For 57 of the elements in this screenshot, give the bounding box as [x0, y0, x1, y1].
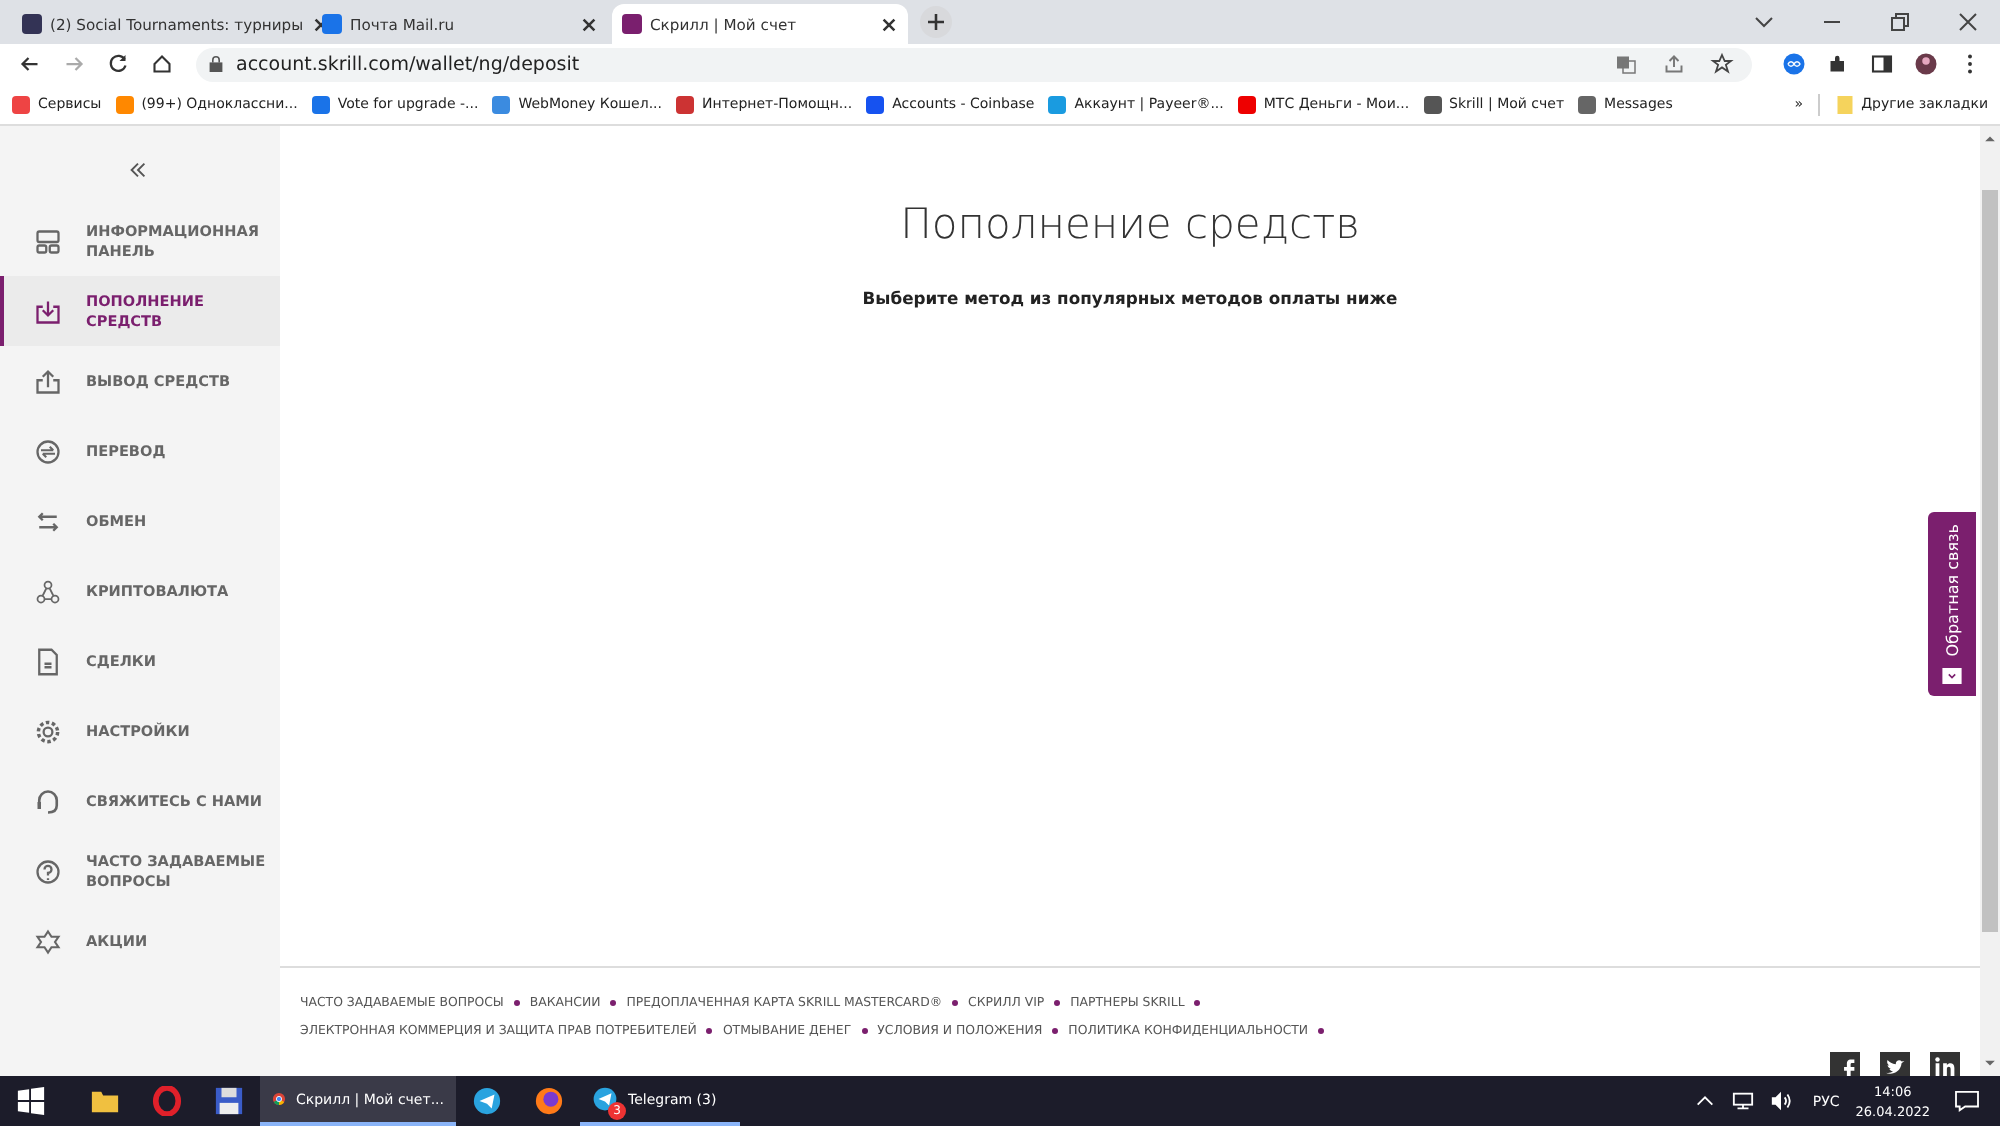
settings-icon — [34, 717, 62, 745]
back-icon[interactable] — [18, 52, 42, 76]
notification-icon[interactable] — [1954, 1090, 1980, 1112]
transfer-icon — [34, 437, 62, 465]
bookmark-icon — [1578, 95, 1597, 113]
share-icon[interactable] — [1662, 52, 1686, 76]
feedback-tab[interactable]: Обратная связь — [1928, 512, 1976, 696]
translate-icon[interactable] — [1614, 52, 1638, 76]
bookmark-icon — [676, 95, 695, 113]
folder-icon[interactable] — [90, 1086, 120, 1116]
network-icon[interactable] — [1732, 1090, 1755, 1112]
question-icon — [34, 857, 62, 885]
scroll-down-icon[interactable] — [1982, 1058, 1998, 1070]
bookmark-icon — [1237, 95, 1256, 113]
bookmark-icon — [12, 95, 30, 113]
favicon-icon — [622, 14, 642, 34]
paper-plane-icon[interactable] — [472, 1086, 502, 1116]
document-icon — [34, 647, 62, 675]
bookmark-icon — [866, 95, 885, 113]
upload-icon — [34, 367, 62, 395]
paper-plane-icon — [592, 1086, 618, 1112]
linkedin-icon[interactable] — [1930, 1052, 1960, 1076]
windows-start-icon[interactable] — [16, 1086, 46, 1116]
bookmark-icon — [115, 95, 134, 113]
favicon-icon — [322, 14, 342, 34]
folder-icon — [1835, 93, 1854, 115]
page-subtitle: Выберите метод из популярных методов оплаты ниже — [862, 288, 1398, 308]
scrollbar[interactable] — [1980, 126, 2000, 1076]
chat-icon — [1942, 668, 1962, 684]
star-icon[interactable] — [1710, 52, 1734, 76]
extension-icon[interactable] — [1782, 52, 1806, 76]
fox-icon[interactable] — [534, 1086, 564, 1116]
home-icon[interactable] — [150, 52, 174, 76]
headset-icon — [34, 787, 62, 815]
bookmark-icon — [1423, 95, 1442, 113]
twitter-icon[interactable] — [1880, 1052, 1910, 1076]
new-tab-icon[interactable] — [920, 6, 952, 38]
scroll-up-icon[interactable] — [1982, 132, 1998, 144]
exchange-icon — [34, 507, 62, 535]
nodes-icon — [34, 577, 62, 605]
bookmark-icon — [492, 95, 511, 113]
bookmark-icon — [1048, 95, 1067, 113]
bookmark-icon — [311, 95, 330, 113]
download-icon — [34, 297, 62, 325]
lock-icon[interactable] — [208, 54, 224, 74]
avatar-icon[interactable] — [1914, 52, 1938, 76]
dashboard-icon — [34, 227, 62, 255]
favicon-icon — [22, 14, 42, 34]
ring-icon[interactable] — [152, 1086, 182, 1116]
restore-icon[interactable] — [1888, 10, 1912, 34]
reload-icon[interactable] — [106, 52, 130, 76]
address-bar[interactable]: account.skrill.com/wallet/ng/deposit — [196, 47, 1752, 81]
page-title: Пополнение средств — [900, 200, 1360, 248]
side-panel-icon[interactable] — [1870, 52, 1894, 76]
speaker-icon[interactable] — [1770, 1090, 1793, 1112]
collapse-icon[interactable] — [128, 162, 148, 178]
facebook-icon[interactable] — [1830, 1052, 1860, 1076]
